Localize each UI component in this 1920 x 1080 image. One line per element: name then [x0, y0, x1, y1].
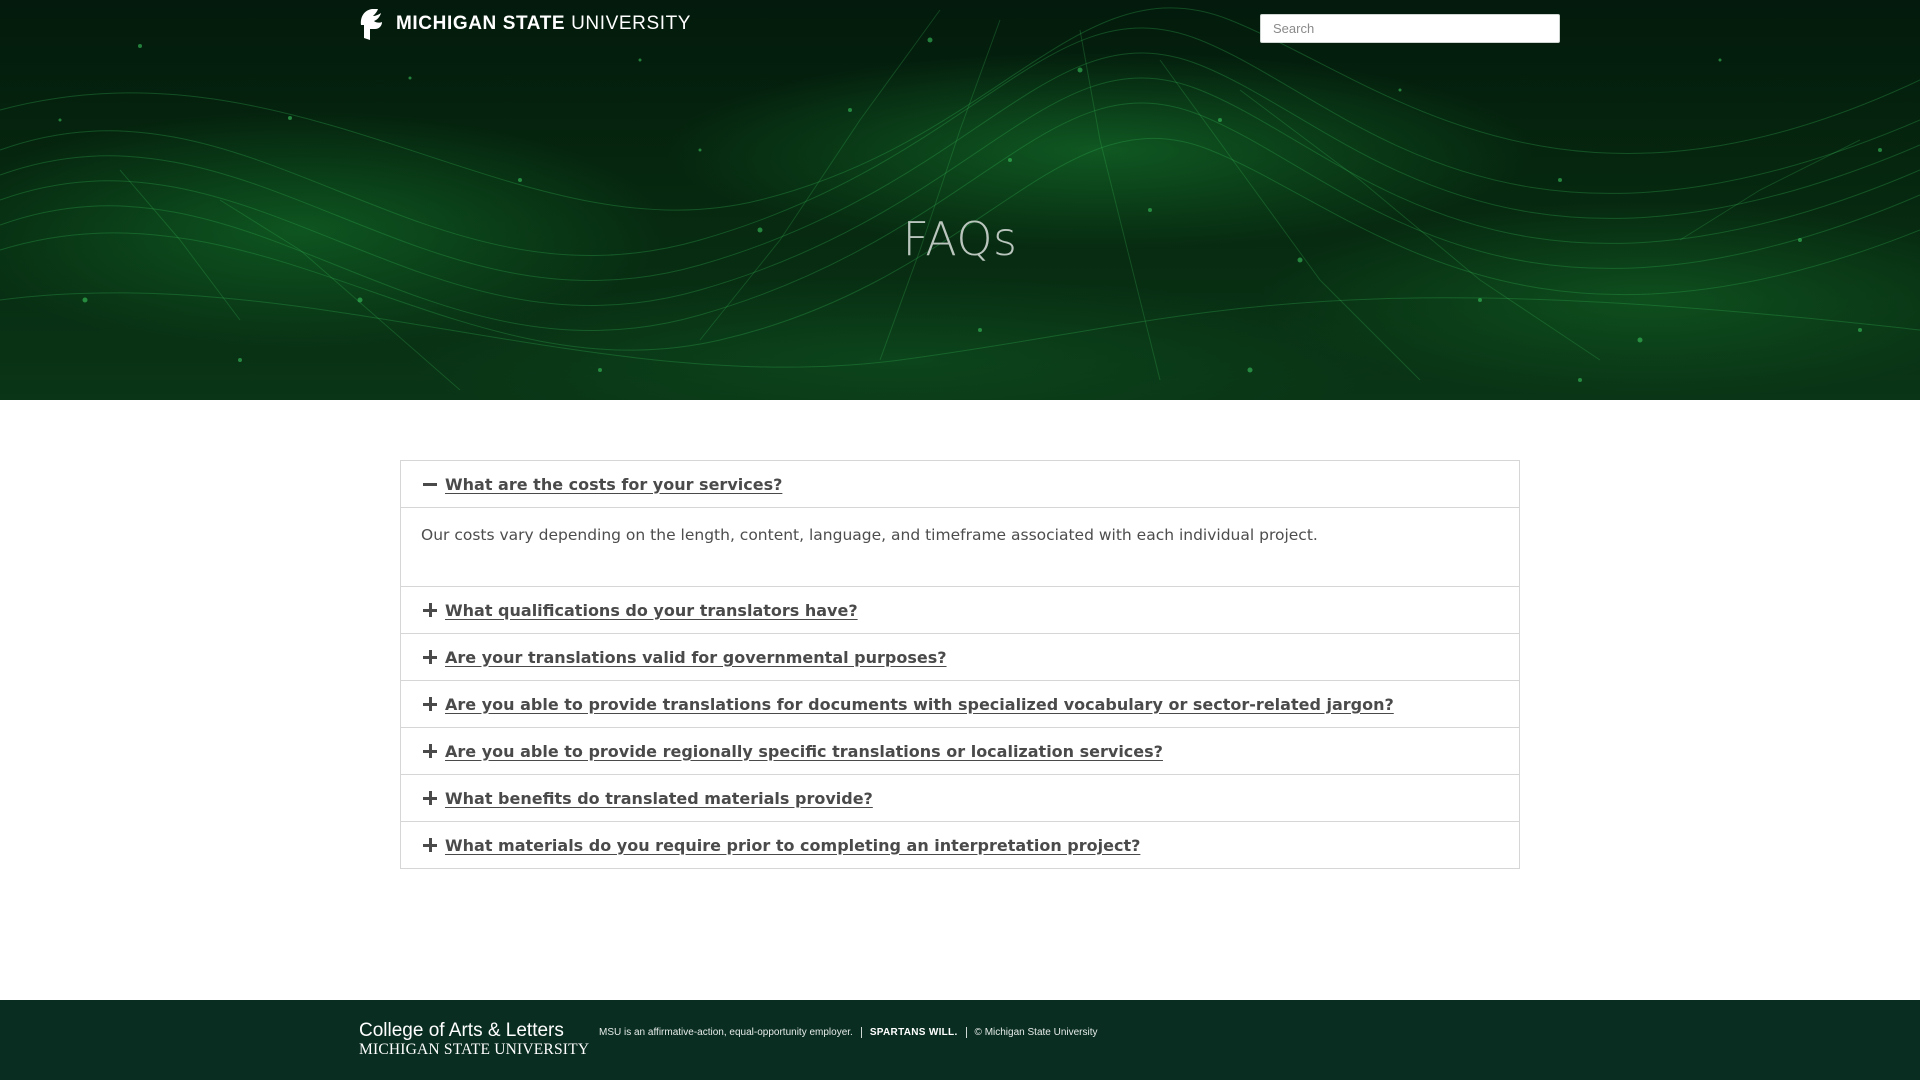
plus-icon	[421, 789, 439, 807]
faq-toggle-benefits[interactable]: What benefits do translated materials pr…	[401, 775, 1519, 821]
faq-question[interactable]: Are you able to provide translations for…	[445, 695, 1394, 714]
hero-banner: FAQs	[0, 0, 1920, 400]
minus-icon	[421, 475, 439, 493]
divider	[965, 1026, 967, 1038]
plus-icon	[421, 695, 439, 713]
network-mesh-graphic	[0, 7, 1920, 391]
faq-item: Are you able to provide translations for…	[401, 681, 1519, 728]
brand-name-bold: MICHIGAN STATE	[396, 13, 566, 34]
spartan-helmet-icon	[360, 9, 382, 40]
faq-toggle-costs[interactable]: What are the costs for your services?	[401, 461, 1519, 507]
faq-toggle-specialized-vocabulary[interactable]: Are you able to provide translations for…	[401, 681, 1519, 727]
college-name: College of Arts & Letters	[359, 1020, 564, 1041]
faq-accordion: What are the costs for your services? Ou…	[400, 460, 1520, 869]
faq-toggle-localization[interactable]: Are you able to provide regionally speci…	[401, 728, 1519, 774]
faq-item: Are your translations valid for governme…	[401, 634, 1519, 681]
faq-toggle-qualifications[interactable]: What qualifications do your translators …	[401, 587, 1519, 633]
faq-question[interactable]: What are the costs for your services?	[445, 475, 782, 494]
footer-notes: MSU is an affirmative-action, equal-oppo…	[599, 1024, 1098, 1040]
faq-item: What qualifications do your translators …	[401, 587, 1519, 634]
plus-icon	[421, 601, 439, 619]
college-logo-link[interactable]: College of Arts & Letters MICHIGAN STATE…	[359, 1020, 589, 1058]
plus-icon	[421, 742, 439, 760]
faq-question[interactable]: What qualifications do your translators …	[445, 601, 858, 620]
faq-question[interactable]: What materials do you require prior to c…	[445, 836, 1140, 855]
faq-toggle-governmental[interactable]: Are your translations valid for governme…	[401, 634, 1519, 680]
brand-name-thin: UNIVERSITY	[565, 13, 692, 34]
copyright: © Michigan State University	[974, 1026, 1098, 1038]
faq-toggle-interpretation-materials[interactable]: What materials do you require prior to c…	[401, 822, 1519, 868]
search-input[interactable]	[1260, 14, 1560, 43]
faq-answer: Our costs vary depending on the length, …	[421, 526, 1318, 544]
faq-answer-panel: Our costs vary depending on the length, …	[401, 507, 1519, 586]
faq-question[interactable]: Are you able to provide regionally speci…	[445, 742, 1163, 761]
employer-statement: MSU is an affirmative-action, equal-oppo…	[599, 1026, 853, 1038]
msu-logo-link[interactable]: MICHIGAN STATE UNIVERSITY	[358, 6, 691, 42]
plus-icon	[421, 648, 439, 666]
faq-question[interactable]: What benefits do translated materials pr…	[445, 789, 873, 808]
faq-item: What materials do you require prior to c…	[401, 822, 1519, 869]
divider	[860, 1026, 862, 1038]
brand-wordmark: MICHIGAN STATE UNIVERSITY	[396, 13, 691, 35]
faq-item: What benefits do translated materials pr…	[401, 775, 1519, 822]
faq-item: What are the costs for your services? Ou…	[401, 461, 1519, 587]
faq-question[interactable]: Are your translations valid for governme…	[445, 648, 947, 667]
faq-item: Are you able to provide regionally speci…	[401, 728, 1519, 775]
page-title: FAQs	[902, 212, 1018, 266]
site-footer	[0, 1000, 1920, 1080]
university-wordmark: MICHIGAN STATE UNIVERSITY	[359, 1041, 590, 1058]
spartans-will-link[interactable]: SPARTANS WILL.	[870, 1027, 958, 1038]
plus-icon	[421, 836, 439, 854]
